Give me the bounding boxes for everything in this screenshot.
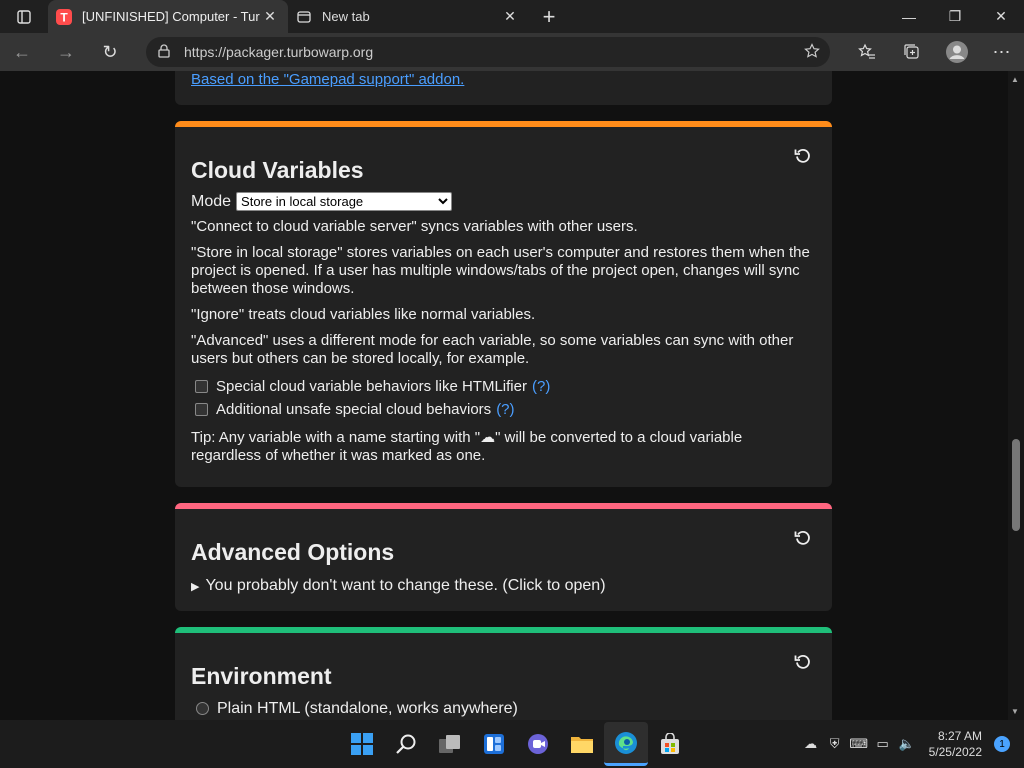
keyboard-icon[interactable]: ⌨ <box>847 736 871 752</box>
task-view-button[interactable] <box>428 722 472 766</box>
cloud-sync-off-icon[interactable]: ☁ <box>799 736 823 752</box>
card-accent-bar <box>175 627 832 633</box>
new-tab-button[interactable]: + <box>534 4 564 30</box>
advanced-summary-text: You probably don't want to change these.… <box>205 577 606 594</box>
mode-description-advanced: "Advanced" uses a different mode for eac… <box>191 332 794 367</box>
unsafe-behaviors-label: Additional unsafe special cloud behavior… <box>216 401 492 418</box>
tab-actions-icon <box>17 9 31 24</box>
restore-button[interactable]: ❐ <box>932 0 978 33</box>
start-button[interactable] <box>340 722 384 766</box>
environment-card: Environment Plain HTML (standalone, work… <box>175 627 832 720</box>
mode-description-ignore: "Ignore" treats cloud variables like nor… <box>191 306 536 323</box>
mode-select[interactable]: Store in local storage <box>236 192 453 211</box>
address-bar[interactable]: https://packager.turbowarp.org <box>146 37 830 67</box>
scroll-up-arrow-icon[interactable]: ▲ <box>1011 75 1019 84</box>
unsafe-behaviors-help-link[interactable]: (?) <box>496 401 514 418</box>
plain-html-label: Plain HTML (standalone, works anywhere) <box>217 700 518 717</box>
svg-text:T: T <box>60 10 68 24</box>
tab-title: New tab <box>322 9 370 24</box>
profile-avatar[interactable] <box>934 33 979 71</box>
turbowarp-favicon-icon: T <box>56 8 72 25</box>
tab-actions-button[interactable] <box>0 0 48 33</box>
security-shield-icon[interactable]: ⛨ <box>823 736 847 752</box>
page-scrollbar[interactable]: ▲ ▼ <box>1008 71 1024 720</box>
widgets-icon <box>484 734 504 754</box>
forward-button[interactable]: → <box>44 33 88 71</box>
disclosure-triangle-icon: ▶ <box>191 581 200 593</box>
advanced-options-title: Advanced Options <box>191 539 395 565</box>
windows-taskbar: ☁ ⛨ ⌨ ▭ 🔈 8:27 AM 5/25/2022 1 <box>0 720 1024 768</box>
file-explorer-button[interactable] <box>560 722 604 766</box>
card-accent-bar <box>175 503 832 509</box>
tab-strip: T [UNFINISHED] Computer - Turbo ✕ New ta… <box>0 0 1024 33</box>
store-button[interactable] <box>648 722 692 766</box>
search-icon <box>396 734 416 754</box>
teams-chat-button[interactable] <box>516 722 560 766</box>
cloud-tip-text: Tip: Any variable with a name starting w… <box>191 429 743 464</box>
close-tab-icon[interactable]: ✕ <box>260 8 280 25</box>
unsafe-behaviors-checkbox-row[interactable]: Additional unsafe special cloud behavior… <box>195 401 832 418</box>
tab-new-tab[interactable]: New tab ✕ <box>288 0 528 33</box>
edge-browser-icon <box>615 731 637 754</box>
htmlifier-help-link[interactable]: (?) <box>532 378 550 395</box>
plain-html-radio[interactable] <box>196 702 209 716</box>
new-tab-page-icon <box>296 9 312 25</box>
volume-icon[interactable]: 🔈 <box>895 736 919 752</box>
mode-label: Mode <box>191 192 232 210</box>
advanced-options-summary[interactable]: ▶ You probably don't want to change these… <box>191 577 816 596</box>
addons-card: Based on the "Gamepad support" addon. <box>175 71 832 105</box>
scroll-down-arrow-icon[interactable]: ▼ <box>1011 707 1019 716</box>
network-icon[interactable]: ▭ <box>871 736 895 752</box>
refresh-button[interactable]: ↻ <box>88 33 132 71</box>
mode-description-connect: "Connect to cloud variable server" syncs… <box>191 218 638 235</box>
tab-title: [UNFINISHED] Computer - Turbo <box>82 9 260 24</box>
windows-logo-icon <box>351 733 373 755</box>
htmlifier-label: Special cloud variable behaviors like HT… <box>216 378 527 395</box>
htmlifier-checkbox-row[interactable]: Special cloud variable behaviors like HT… <box>195 378 832 395</box>
lock-icon <box>158 43 170 61</box>
close-window-button[interactable]: ✕ <box>978 0 1024 33</box>
notification-badge[interactable]: 1 <box>994 736 1010 752</box>
cloud-variables-card: Cloud Variables Mode Store in local stor… <box>175 121 832 487</box>
environment-title: Environment <box>191 663 332 689</box>
reset-icon[interactable] <box>794 653 812 671</box>
mode-description-store: "Store in local storage" stores variable… <box>191 244 810 297</box>
reset-icon[interactable] <box>794 147 812 165</box>
search-button[interactable] <box>384 722 428 766</box>
microsoft-store-icon <box>661 733 679 754</box>
favorites-icon[interactable] <box>844 33 889 71</box>
teams-chat-icon <box>528 734 548 754</box>
back-button[interactable]: ← <box>0 33 44 71</box>
minimize-button[interactable]: — <box>886 0 932 33</box>
more-menu-icon[interactable]: ⋯ <box>979 33 1024 71</box>
cloud-variables-title: Cloud Variables <box>191 157 364 183</box>
scrollbar-thumb[interactable] <box>1012 439 1020 531</box>
advanced-options-card: Advanced Options ▶ You probably don't wan… <box>175 503 832 611</box>
htmlifier-checkbox[interactable] <box>195 380 208 393</box>
clock[interactable]: 8:27 AM 5/25/2022 <box>929 728 982 760</box>
collections-icon[interactable] <box>889 33 934 71</box>
url-text: https://packager.turbowarp.org <box>184 44 374 60</box>
environment-option-plain-html[interactable]: Plain HTML (standalone, works anywhere) <box>196 700 816 718</box>
add-favorite-icon[interactable] <box>804 42 820 62</box>
page-viewport: Based on the "Gamepad support" addon. Cl… <box>0 71 1008 720</box>
card-accent-bar <box>175 121 832 127</box>
edge-button[interactable] <box>604 722 648 766</box>
task-view-icon <box>439 735 460 753</box>
close-tab-icon[interactable]: ✕ <box>500 8 520 25</box>
clock-date: 5/25/2022 <box>928 745 982 759</box>
widgets-button[interactable] <box>472 722 516 766</box>
tab-turbowarp[interactable]: T [UNFINISHED] Computer - Turbo ✕ <box>48 0 288 33</box>
reset-icon[interactable] <box>794 529 812 547</box>
unsafe-behaviors-checkbox[interactable] <box>195 403 208 416</box>
gamepad-addon-link[interactable]: Based on the "Gamepad support" addon. <box>191 71 464 88</box>
folder-icon <box>571 737 593 753</box>
clock-time: 8:27 AM <box>937 729 982 743</box>
